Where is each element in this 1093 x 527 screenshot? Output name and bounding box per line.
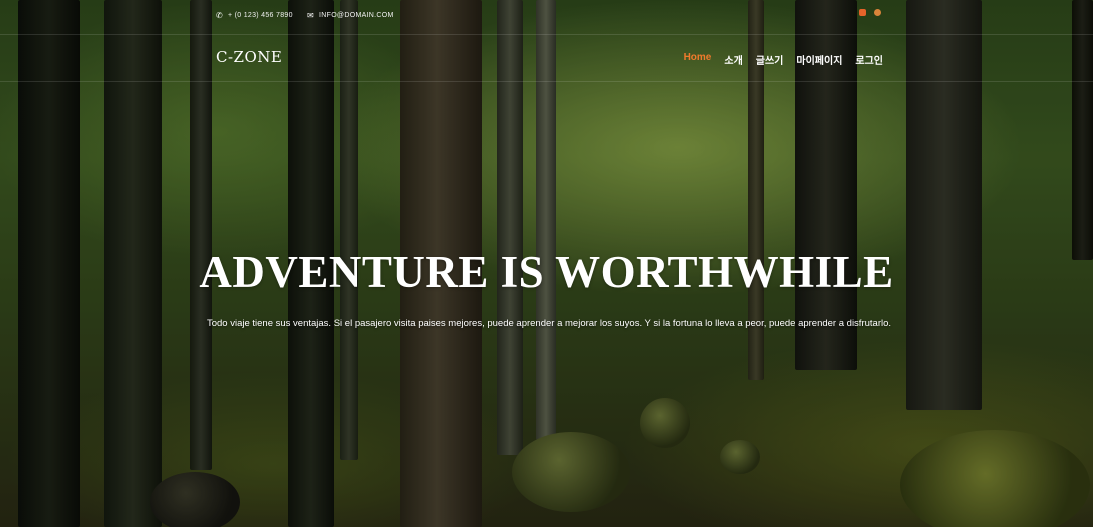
hero-title: ADVENTURE IS WORTHWHILE: [199, 247, 894, 297]
email-address: INFO@DOMAIN.COM: [319, 12, 394, 19]
phone-number: + (0 123) 456 7890: [228, 12, 293, 19]
main-menu: Home 소개 글쓰기 마이페이지 로그인: [684, 52, 883, 67]
nav-item-about[interactable]: 소개: [724, 52, 742, 67]
social-icon[interactable]: [859, 9, 866, 16]
social-icon[interactable]: [874, 9, 881, 16]
top-contact-bar: ✆ + (0 123) 456 7890 ✉ INFO@DOMAIN.COM: [0, 0, 1093, 35]
phone-contact[interactable]: ✆ + (0 123) 456 7890: [216, 11, 293, 20]
email-contact[interactable]: ✉ INFO@DOMAIN.COM: [307, 11, 394, 20]
envelope-icon: ✉: [307, 11, 315, 20]
nav-item-mypage[interactable]: 마이페이지: [796, 52, 842, 67]
site-logo[interactable]: C-ZONE: [216, 48, 282, 66]
main-navbar: C-ZONE Home 소개 글쓰기 마이페이지 로그인: [0, 35, 1093, 82]
hero-description: Todo viaje tiene sus ventajas. Si el pas…: [206, 318, 892, 329]
nav-item-home[interactable]: Home: [684, 52, 712, 67]
phone-icon: ✆: [216, 11, 224, 20]
nav-item-login[interactable]: 로그인: [855, 52, 883, 67]
social-links: [859, 9, 881, 16]
nav-item-write[interactable]: 글쓰기: [756, 52, 784, 67]
